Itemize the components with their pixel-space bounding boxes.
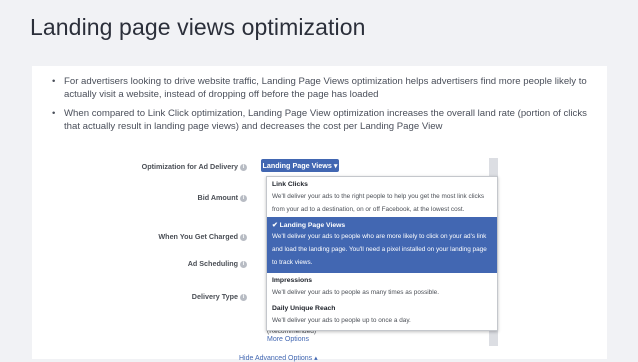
option-description: to track views. bbox=[272, 259, 313, 266]
option-description: We'll deliver your ads to people up to o… bbox=[272, 317, 411, 324]
option-description: from your ad to a destination, on or off… bbox=[272, 206, 465, 213]
bullet-item: • For advertisers looking to drive websi… bbox=[52, 76, 592, 101]
info-icon[interactable]: i bbox=[240, 293, 247, 301]
bid-amount-label-text: Bid Amount bbox=[197, 193, 238, 202]
bid-amount-row-label: Bid Amount i bbox=[122, 193, 247, 202]
more-options-link[interactable]: More Options bbox=[267, 336, 309, 343]
info-icon[interactable]: i bbox=[240, 194, 247, 202]
charged-label-text: When You Get Charged bbox=[158, 232, 238, 241]
delivery-label-text: Delivery Type bbox=[191, 292, 238, 301]
optimization-dropdown-button[interactable]: Landing Page Views ▾ bbox=[261, 159, 339, 172]
bullet-item: • When compared to Link Click optimizati… bbox=[52, 108, 592, 133]
slide-title: Landing page views optimization bbox=[30, 14, 366, 40]
option-impressions[interactable]: Impressions We'll deliver your ads to pe… bbox=[267, 274, 497, 302]
charged-row-label: When You Get Charged i bbox=[122, 232, 247, 241]
bullet-dot: • bbox=[52, 108, 56, 119]
optimization-dropdown-menu: Link Clicks We'll deliver your ads to th… bbox=[266, 176, 498, 331]
option-description: We'll deliver your ads to the right peop… bbox=[272, 193, 485, 200]
optimization-label-text: Optimization for Ad Delivery bbox=[141, 162, 238, 171]
option-description: and load the landing page. You'll need a… bbox=[272, 246, 487, 253]
option-title: Impressions bbox=[272, 277, 313, 284]
info-icon[interactable]: i bbox=[240, 260, 247, 268]
delivery-row-label: Delivery Type i bbox=[122, 292, 247, 301]
scheduling-row-label: Ad Scheduling i bbox=[122, 259, 247, 268]
bullet-text: For advertisers looking to drive website… bbox=[64, 76, 587, 100]
option-description: We'll deliver your ads to people who are… bbox=[272, 233, 487, 240]
info-icon[interactable]: i bbox=[240, 163, 247, 171]
bullet-dot: • bbox=[52, 76, 56, 87]
option-daily-unique-reach[interactable]: Daily Unique Reach We'll deliver your ad… bbox=[267, 302, 497, 330]
option-title: Link Clicks bbox=[272, 181, 308, 188]
bullet-list: • For advertisers looking to drive websi… bbox=[52, 76, 592, 140]
option-title: Daily Unique Reach bbox=[272, 305, 336, 312]
hide-advanced-options-link[interactable]: Hide Advanced Options ▴ bbox=[239, 354, 318, 362]
optimization-row-label: Optimization for Ad Delivery i bbox=[122, 162, 247, 171]
info-icon[interactable]: i bbox=[240, 233, 247, 241]
option-landing-page-views[interactable]: ✔ Landing Page Views We'll deliver your … bbox=[267, 217, 497, 273]
ad-delivery-settings-screenshot: Optimization for Ad Delivery i Bid Amount… bbox=[122, 154, 498, 362]
bullet-text: When compared to Link Click optimization… bbox=[64, 108, 587, 132]
option-title: ✔ Landing Page Views bbox=[272, 222, 346, 229]
scheduling-label-text: Ad Scheduling bbox=[187, 259, 238, 268]
content-panel: • For advertisers looking to drive websi… bbox=[32, 66, 607, 362]
option-link-clicks[interactable]: Link Clicks We'll deliver your ads to th… bbox=[267, 177, 497, 217]
option-description: We'll deliver your ads to people as many… bbox=[272, 289, 439, 296]
